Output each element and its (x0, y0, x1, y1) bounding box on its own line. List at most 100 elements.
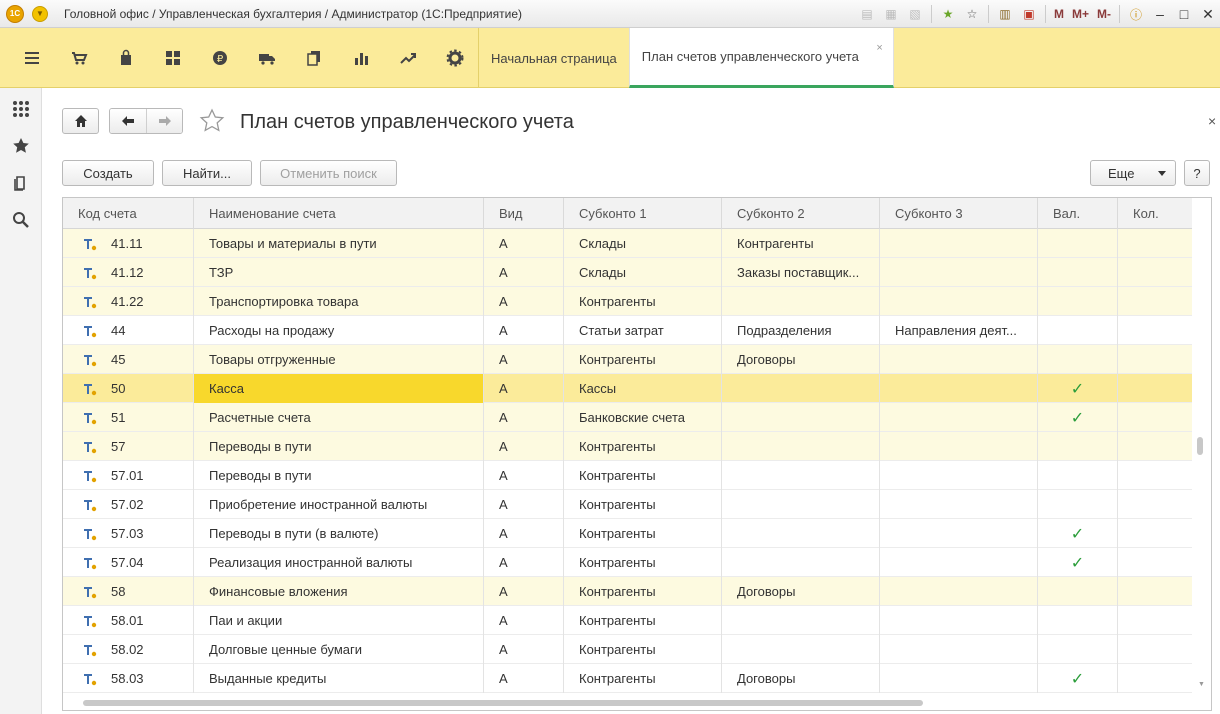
tab-chart-of-accounts[interactable]: План счетов управленческого учета × (628, 28, 894, 88)
cell-quantity[interactable] (1118, 345, 1194, 374)
cell-name[interactable]: Приобретение иностранной валюты (194, 490, 484, 519)
close-form-icon[interactable]: × (1208, 113, 1216, 129)
print-icon[interactable]: ▦ (881, 4, 901, 24)
cell-code[interactable]: 57 (63, 432, 194, 461)
cell-quantity[interactable] (1118, 519, 1194, 548)
cell-currency[interactable] (1038, 635, 1118, 664)
cell-subconto2[interactable] (722, 287, 880, 316)
column-header-code[interactable]: Код счета (63, 198, 194, 229)
table-row[interactable]: 51 Расчетные счета А Банковские счета ✓ (63, 403, 1194, 432)
cell-subconto2[interactable] (722, 403, 880, 432)
cell-subconto1[interactable]: Контрагенты (564, 519, 722, 548)
table-row[interactable]: 45 Товары отгруженные А Контрагенты Договоры (63, 345, 1194, 374)
cell-subconto3[interactable] (880, 287, 1038, 316)
memory-button[interactable]: M (1054, 7, 1064, 21)
cell-subconto2[interactable]: Подразделения (722, 316, 880, 345)
tab-home[interactable]: Начальная страница (478, 28, 629, 88)
cell-currency[interactable] (1038, 287, 1118, 316)
cell-currency[interactable] (1038, 606, 1118, 635)
cell-subconto1[interactable]: Банковские счета (564, 403, 722, 432)
cell-kind[interactable]: А (484, 287, 564, 316)
more-button[interactable]: Еще (1090, 160, 1176, 186)
cell-subconto2[interactable] (722, 548, 880, 577)
cell-quantity[interactable] (1118, 490, 1194, 519)
cell-quantity[interactable] (1118, 548, 1194, 577)
table-row[interactable]: 57.03 Переводы в пути (в валюте) А Контраге… (63, 519, 1194, 548)
cell-code[interactable]: 57.02 (63, 490, 194, 519)
calendar-icon[interactable]: ▣ (1019, 4, 1039, 24)
table-row[interactable]: 57.01 Переводы в пути А Контрагенты (63, 461, 1194, 490)
cell-code[interactable]: 57.04 (63, 548, 194, 577)
cell-subconto1[interactable]: Контрагенты (564, 461, 722, 490)
cell-subconto1[interactable]: Контрагенты (564, 606, 722, 635)
table-row[interactable]: 58.01 Паи и акции А Контрагенты (63, 606, 1194, 635)
cell-subconto1[interactable]: Контрагенты (564, 548, 722, 577)
forward-button[interactable] (146, 109, 182, 133)
history-icon[interactable]: ☆ (962, 4, 982, 24)
cell-subconto3[interactable] (880, 229, 1038, 258)
table-row[interactable]: 41.12 ТЗР А Склады Заказы поставщик... (63, 258, 1194, 287)
cell-name[interactable]: Финансовые вложения (194, 577, 484, 606)
cell-quantity[interactable] (1118, 374, 1194, 403)
favorites-star-icon[interactable] (0, 127, 42, 164)
documents-icon[interactable] (290, 28, 337, 88)
cell-quantity[interactable] (1118, 606, 1194, 635)
cancel-search-button[interactable]: Отменить поиск (260, 160, 397, 186)
cell-subconto3[interactable] (880, 374, 1038, 403)
table-row[interactable]: 57.02 Приобретение иностранной валюты А Кон… (63, 490, 1194, 519)
cell-quantity[interactable] (1118, 287, 1194, 316)
cell-currency[interactable] (1038, 461, 1118, 490)
cell-quantity[interactable] (1118, 635, 1194, 664)
cell-name[interactable]: Переводы в пути (в валюте) (194, 519, 484, 548)
cell-subconto2[interactable]: Договоры (722, 577, 880, 606)
cell-kind[interactable]: А (484, 606, 564, 635)
cell-name[interactable]: Выданные кредиты (194, 664, 484, 693)
cell-currency[interactable] (1038, 490, 1118, 519)
cell-code[interactable]: 45 (63, 345, 194, 374)
table-row[interactable]: 58.02 Долговые ценные бумаги А Контрагенты (63, 635, 1194, 664)
cell-name[interactable]: Товары и материалы в пути (194, 229, 484, 258)
cell-kind[interactable]: А (484, 635, 564, 664)
history-icon[interactable] (0, 164, 42, 201)
cell-currency[interactable] (1038, 577, 1118, 606)
cell-currency[interactable]: ✓ (1038, 664, 1118, 693)
cell-subconto1[interactable]: Контрагенты (564, 287, 722, 316)
cell-subconto1[interactable]: Контрагенты (564, 635, 722, 664)
find-button[interactable]: Найти... (162, 160, 252, 186)
cell-code[interactable]: 58.02 (63, 635, 194, 664)
cell-name[interactable]: Переводы в пути (194, 432, 484, 461)
cell-quantity[interactable] (1118, 461, 1194, 490)
trend-icon[interactable] (384, 28, 431, 88)
info-icon[interactable]: ⓘ (1126, 4, 1146, 24)
close-window-icon[interactable]: ✕ (1196, 4, 1220, 24)
scroll-down-icon[interactable]: ▼ (1198, 681, 1205, 688)
cell-name[interactable]: Реализация иностранной валюты (194, 548, 484, 577)
dashboard-icon[interactable] (149, 28, 196, 88)
cell-kind[interactable]: А (484, 664, 564, 693)
cell-currency[interactable] (1038, 258, 1118, 287)
save-icon[interactable]: ▤ (857, 4, 877, 24)
cell-code[interactable]: 51 (63, 403, 194, 432)
cell-subconto1[interactable]: Контрагенты (564, 490, 722, 519)
cell-kind[interactable]: А (484, 229, 564, 258)
cell-subconto3[interactable] (880, 258, 1038, 287)
accounts-table[interactable]: Код счета Наименование счета Вид Субконт… (62, 197, 1212, 711)
cart-icon[interactable] (55, 28, 102, 88)
cell-currency[interactable]: ✓ (1038, 519, 1118, 548)
search-icon[interactable] (0, 201, 42, 238)
cell-kind[interactable]: А (484, 548, 564, 577)
cell-quantity[interactable] (1118, 577, 1194, 606)
preview-icon[interactable]: ▧ (905, 4, 925, 24)
cell-kind[interactable]: А (484, 519, 564, 548)
cell-quantity[interactable] (1118, 432, 1194, 461)
cell-code[interactable]: 41.11 (63, 229, 194, 258)
app-logo[interactable]: 1С (6, 4, 24, 23)
ruble-icon[interactable]: ₽ (196, 28, 243, 88)
tab-close-icon[interactable]: × (876, 42, 882, 54)
cell-subconto1[interactable]: Склады (564, 229, 722, 258)
cell-quantity[interactable] (1118, 403, 1194, 432)
cell-kind[interactable]: А (484, 258, 564, 287)
cell-name[interactable]: Долговые ценные бумаги (194, 635, 484, 664)
home-button[interactable] (62, 108, 99, 134)
vertical-scroll-thumb[interactable] (1197, 437, 1203, 455)
